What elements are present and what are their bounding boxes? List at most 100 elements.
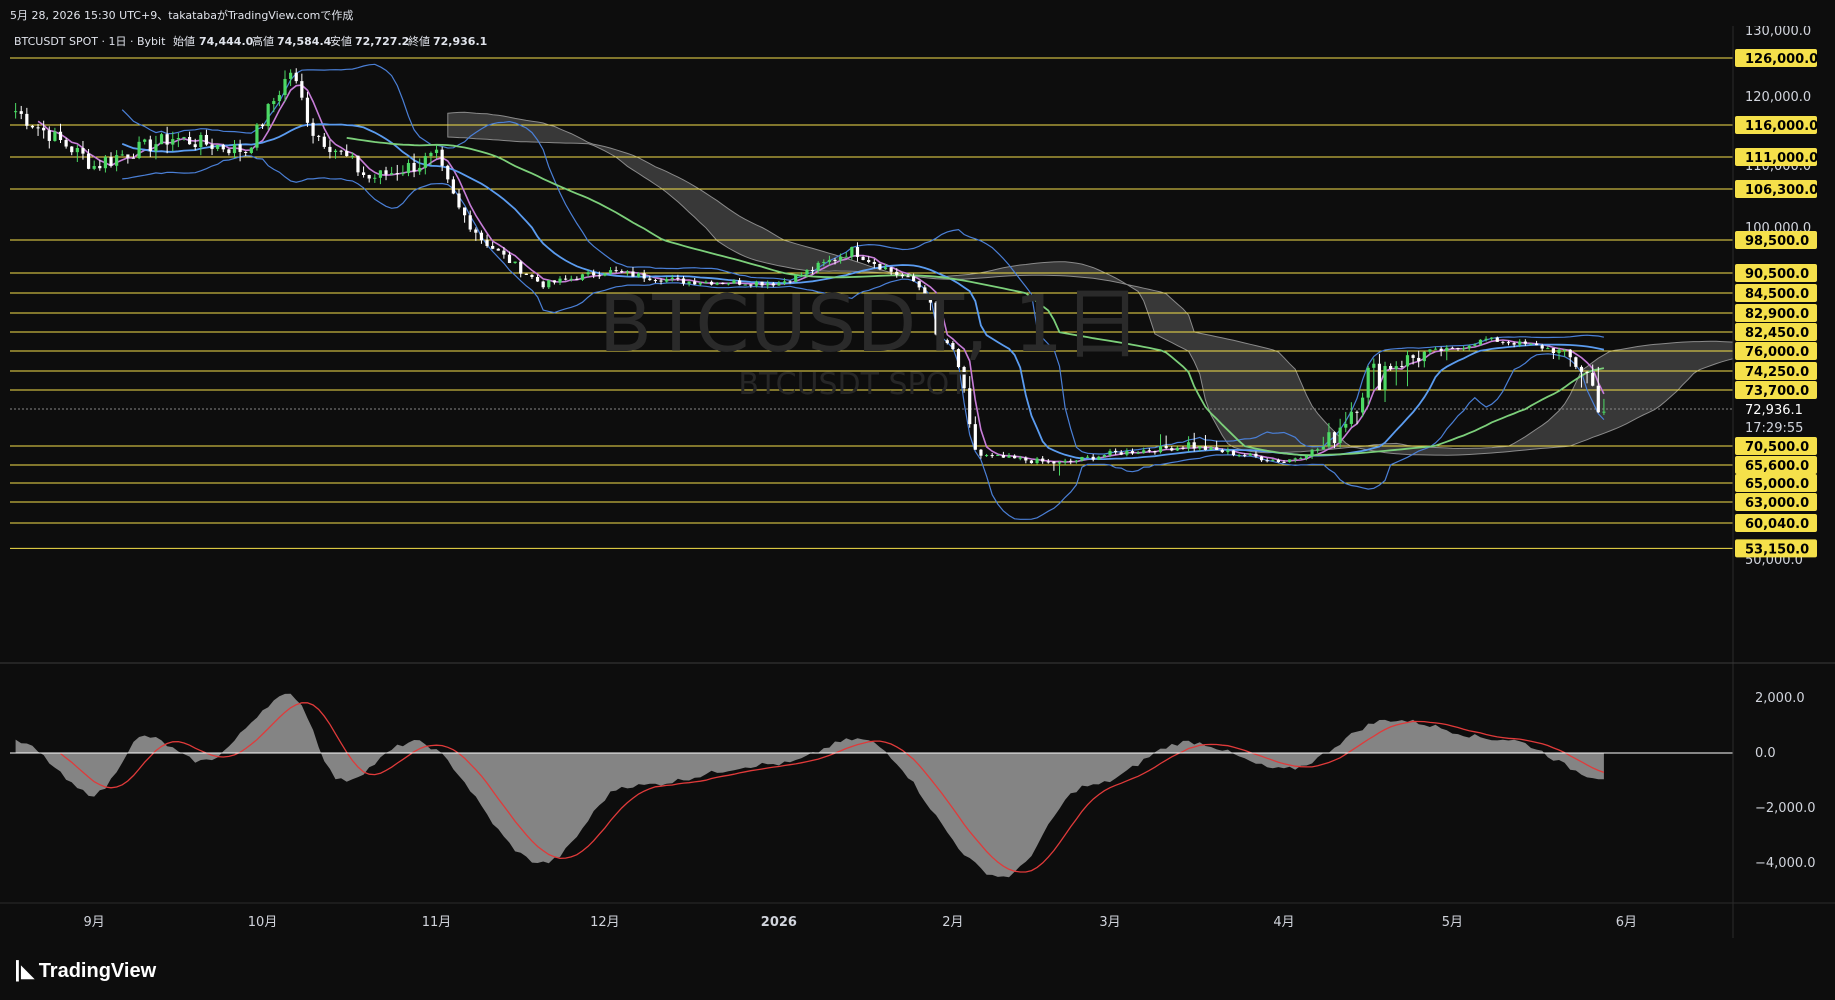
candle-body — [1366, 367, 1370, 398]
candle-body — [1091, 456, 1095, 460]
time-tick: 5月 — [1442, 915, 1463, 930]
candle-body — [1310, 449, 1314, 456]
candle-body — [25, 113, 29, 126]
candle-body — [799, 274, 803, 276]
legend-close-label: 終値 — [408, 34, 430, 48]
candle-body — [401, 173, 405, 175]
candle-body — [524, 273, 528, 275]
oscillator-tick: 2,000.0 — [1755, 691, 1805, 706]
candle-body — [1484, 338, 1488, 340]
candle-body — [238, 144, 242, 152]
candle-body — [1467, 345, 1471, 349]
level-label: 60,040.0 — [1745, 517, 1809, 532]
level-label: 73,700.0 — [1745, 384, 1809, 399]
time-tick: 6月 — [1616, 915, 1637, 930]
candle-body — [1108, 450, 1112, 456]
candle-body — [608, 270, 613, 274]
candle-body — [844, 256, 848, 258]
level-label: 70,500.0 — [1745, 440, 1809, 455]
candle-body — [1591, 372, 1595, 386]
candle-body — [434, 149, 439, 154]
candle-body — [1478, 339, 1483, 345]
candle-body — [58, 131, 63, 141]
candle-body — [42, 127, 46, 131]
candle-body — [120, 154, 124, 156]
candle-body — [1007, 455, 1011, 458]
candle-body — [429, 153, 433, 157]
candle-body — [300, 81, 304, 98]
candle-body — [232, 144, 237, 154]
candle-body — [1534, 343, 1539, 346]
candle-body — [255, 124, 259, 148]
oscillator-tick: −4,000.0 — [1755, 856, 1816, 871]
candle-body — [968, 388, 972, 425]
candle-body — [1271, 459, 1275, 461]
candle-body — [631, 271, 635, 277]
candle-body — [1057, 462, 1062, 464]
candle-body — [979, 449, 983, 456]
level-label: 90,500.0 — [1745, 267, 1809, 282]
candle-body — [412, 162, 416, 172]
candle-body — [171, 139, 175, 145]
tradingview-logo[interactable]: ┃◣ TradingView — [12, 960, 156, 983]
candle-body — [1568, 349, 1572, 358]
time-tick: 11月 — [422, 915, 452, 930]
candle-body — [446, 165, 450, 180]
candle-body — [272, 101, 276, 105]
candle-body — [1338, 427, 1342, 443]
candle-body — [390, 173, 394, 175]
candle-body — [1265, 460, 1269, 462]
candle-body — [1097, 456, 1101, 460]
candle-body — [199, 134, 203, 148]
candle-body — [580, 274, 585, 280]
legend-close: 72,936.1 — [433, 35, 487, 48]
candle-body — [47, 130, 51, 141]
candle-body — [1293, 458, 1297, 460]
candle-body — [1243, 455, 1247, 457]
candle-body — [1035, 458, 1039, 464]
candle-body — [182, 137, 186, 139]
candle-body — [1147, 450, 1151, 452]
candle-body — [1046, 461, 1050, 463]
candle-body — [289, 72, 293, 79]
candle-body — [148, 139, 152, 152]
candle-body — [491, 245, 495, 249]
candle-body — [1085, 456, 1090, 458]
candle-body — [805, 269, 809, 275]
candle-body — [1389, 366, 1393, 370]
candle-body — [143, 139, 147, 142]
candle-body — [900, 274, 904, 277]
tradingview-logo-icon: ┃◣ — [12, 961, 35, 982]
candle-body — [1074, 460, 1078, 462]
candle-body — [636, 273, 641, 277]
candle-body — [1231, 450, 1236, 456]
legend-high-label: 高値 — [252, 34, 274, 48]
candle-body — [154, 144, 158, 152]
candle-body — [86, 153, 91, 169]
candle-body — [463, 207, 467, 216]
candle-body — [1304, 455, 1309, 459]
candle-body — [827, 259, 832, 262]
candle-body — [64, 140, 68, 147]
candle-body — [541, 281, 545, 288]
candle-body — [305, 97, 310, 123]
price-chart[interactable]: BTCUSDT, 1日 BTCUSDT SPOT BTCUSDT SPOT · … — [0, 26, 1835, 938]
candle-body — [474, 229, 478, 233]
candle-body — [614, 270, 618, 272]
time-tick: 9月 — [84, 915, 105, 930]
candle-body — [81, 148, 85, 154]
watermark-main: BTCUSDT, 1日 — [599, 280, 1142, 370]
candle-body — [406, 162, 411, 174]
candle-body — [850, 246, 854, 257]
candle-body — [36, 127, 40, 129]
candle-body — [1574, 357, 1578, 367]
candle-body — [266, 104, 270, 127]
candle-body — [1450, 347, 1454, 349]
candle-body — [1473, 344, 1477, 346]
candle-body — [1192, 442, 1196, 449]
candle-body — [1063, 460, 1067, 463]
level-label: 82,450.0 — [1745, 326, 1809, 341]
level-label: 63,000.0 — [1745, 496, 1809, 511]
candle-body — [1551, 348, 1556, 354]
candle-body — [1237, 455, 1241, 457]
